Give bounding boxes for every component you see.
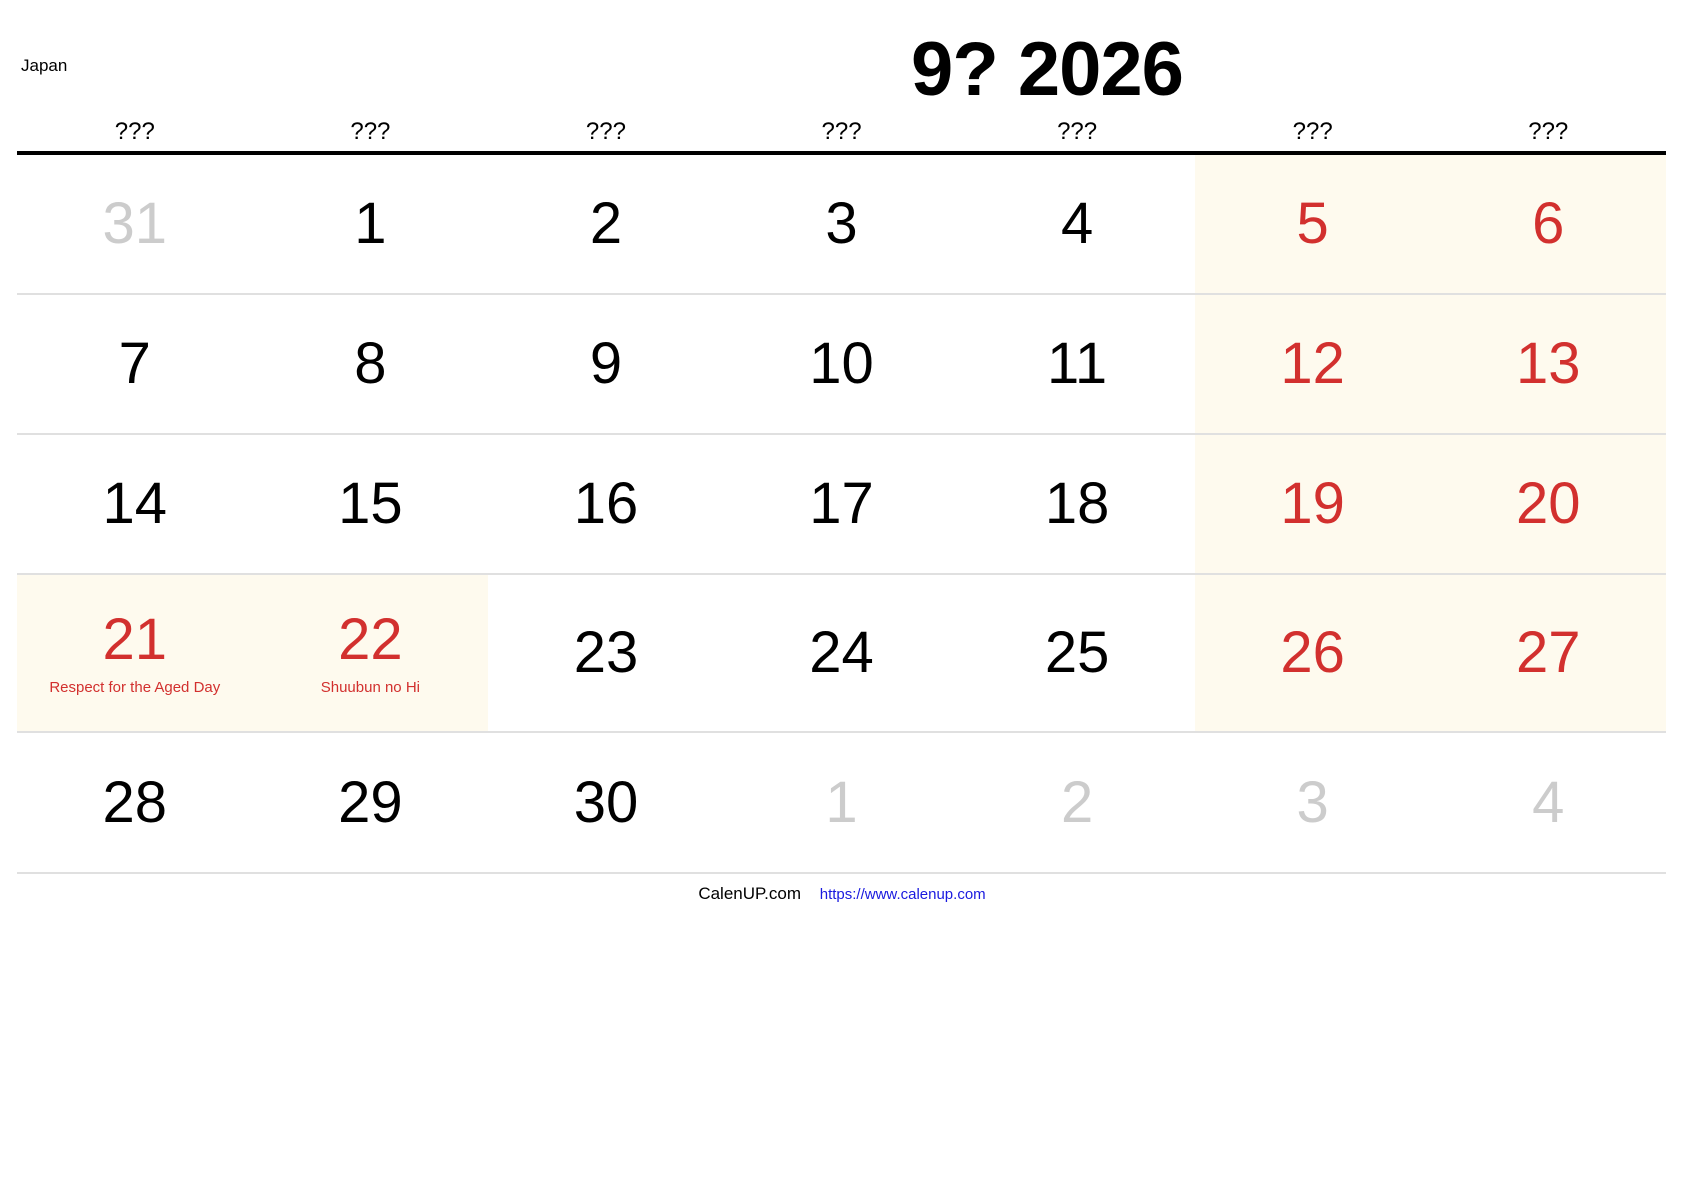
day-number: 4 [1532, 769, 1565, 835]
day-number: 6 [1532, 191, 1565, 256]
day-number: 22 [338, 606, 403, 672]
calendar-grid: 31 1 2 3 4 5 6 7 8 9 10 11 12 13 14 15 16 17 18 19 20 21 Respe… [17, 155, 1667, 874]
day-cell[interactable]: 18 [959, 435, 1195, 573]
day-number: 4 [1060, 191, 1094, 256]
weekday-label: ??? [821, 118, 862, 145]
day-cell[interactable]: 16 [488, 435, 724, 573]
day-number: 16 [573, 471, 639, 536]
day-number: 9 [589, 331, 623, 396]
day-number: 3 [825, 191, 858, 256]
day-cell[interactable]: 10 [724, 295, 960, 433]
holiday-name: Respect for the Aged Day [49, 678, 221, 696]
day-number: 30 [573, 769, 639, 835]
day-number: 17 [809, 471, 874, 536]
day-cell[interactable]: 28 [17, 733, 253, 872]
day-cell[interactable]: 4 [1430, 733, 1666, 872]
day-cell[interactable]: 27 [1430, 575, 1667, 731]
day-cell[interactable]: 7 [17, 295, 253, 433]
day-number: 2 [589, 191, 623, 256]
day-number: 15 [338, 471, 403, 536]
day-number: 27 [1516, 620, 1581, 685]
day-number: 7 [118, 331, 151, 396]
day-cell[interactable]: 2 [488, 155, 724, 293]
weekday-label: ??? [585, 118, 626, 145]
day-cell[interactable]: 25 [959, 575, 1195, 731]
day-number: 14 [102, 471, 168, 536]
day-number: 12 [1280, 331, 1345, 396]
day-number: 31 [102, 191, 168, 256]
day-number: 29 [338, 769, 403, 835]
day-number: 10 [809, 331, 874, 396]
day-cell[interactable]: 26 [1194, 575, 1431, 731]
day-number: 1 [354, 191, 387, 256]
day-number: 8 [354, 331, 387, 396]
day-cell[interactable]: 30 [488, 733, 724, 872]
day-number: 26 [1280, 620, 1345, 685]
weekday-header: ??? ??? ??? ??? ??? ??? ??? [17, 118, 1666, 150]
day-number: 11 [1046, 331, 1108, 396]
day-cell[interactable]: 29 [253, 733, 489, 872]
day-cell[interactable]: 1 [724, 733, 960, 872]
day-cell[interactable]: 23 [488, 575, 724, 731]
day-cell[interactable]: 3 [1195, 733, 1431, 872]
day-number: 20 [1516, 471, 1581, 536]
day-cell[interactable]: 3 [724, 155, 960, 293]
week-row: 14 15 16 17 18 19 20 [17, 435, 1667, 575]
day-cell[interactable]: 31 [17, 155, 253, 293]
day-cell[interactable]: 21 Respect for the Aged Day [17, 575, 253, 731]
day-number: 28 [102, 769, 168, 835]
day-cell[interactable]: 4 [959, 155, 1195, 293]
day-cell[interactable]: 24 [724, 575, 960, 731]
day-number: 3 [1296, 769, 1329, 835]
day-number: 25 [1044, 620, 1110, 685]
weekday-label: ??? [114, 118, 155, 145]
site-name: CalenUP.com [698, 884, 802, 903]
day-number: 21 [102, 606, 168, 672]
weekday-label: ??? [1292, 118, 1333, 145]
day-cell[interactable]: 5 [1194, 155, 1431, 293]
day-number: 23 [573, 620, 639, 685]
day-number: 19 [1280, 471, 1345, 536]
day-cell[interactable]: 11 [959, 295, 1195, 433]
day-cell[interactable]: 6 [1430, 155, 1667, 293]
day-cell[interactable]: 19 [1194, 435, 1431, 573]
weekday-label: ??? [1528, 118, 1569, 145]
day-number: 1 [825, 769, 858, 835]
day-cell[interactable]: 15 [253, 435, 489, 573]
week-row: 7 8 9 10 11 12 13 [17, 295, 1667, 435]
weekday-label: ??? [1057, 118, 1098, 145]
week-row: 31 1 2 3 4 5 6 [17, 155, 1667, 295]
calendar-title: 9? 2026 [911, 27, 1184, 112]
week-row: 21 Respect for the Aged Day 22 Shuubun no H… [17, 575, 1667, 733]
day-number: 24 [809, 620, 874, 685]
day-number: 5 [1296, 191, 1329, 256]
day-cell[interactable]: 8 [253, 295, 489, 433]
day-cell[interactable]: 17 [724, 435, 960, 573]
day-number: 13 [1516, 331, 1581, 396]
day-cell[interactable]: 9 [488, 295, 724, 433]
day-number: 2 [1060, 769, 1094, 835]
day-number: 18 [1044, 471, 1110, 536]
holiday-name: Shuubun no Hi [320, 678, 420, 696]
footer: CalenUP.com https://www.calenup.com [0, 884, 1684, 904]
site-link[interactable]: https://www.calenup.com [820, 886, 986, 903]
day-cell[interactable]: 22 Shuubun no Hi [252, 575, 489, 731]
day-cell[interactable]: 14 [17, 435, 253, 573]
weekday-label: ??? [350, 118, 391, 145]
day-cell[interactable]: 12 [1194, 295, 1431, 433]
day-cell[interactable]: 13 [1430, 295, 1667, 433]
day-cell[interactable]: 2 [959, 733, 1195, 872]
day-cell[interactable]: 20 [1430, 435, 1667, 573]
week-row: 28 29 30 1 2 3 4 [17, 733, 1666, 874]
day-cell[interactable]: 1 [253, 155, 489, 293]
